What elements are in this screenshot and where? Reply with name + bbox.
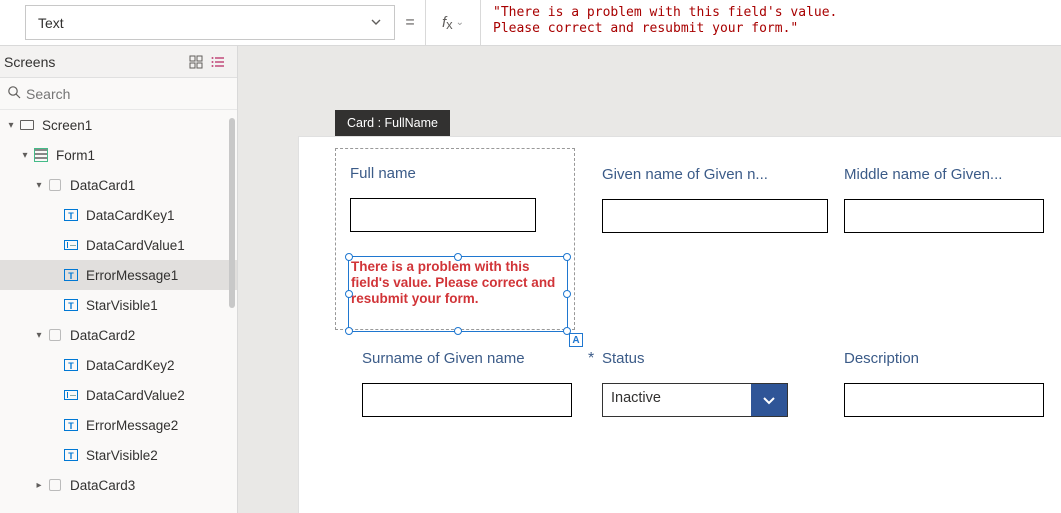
datacard-surname[interactable]: Surname of Given name	[362, 350, 572, 417]
canvas[interactable]: Card : FullName Full name There is a pro…	[238, 46, 1061, 513]
selection-chip[interactable]: Card : FullName	[335, 110, 450, 136]
field-label-middlename: Middle name of Given...	[844, 166, 1044, 183]
tree-node-label: StarVisible2	[86, 448, 158, 463]
chevron-down-icon[interactable]	[751, 384, 787, 416]
selection-chip-label: Card : FullName	[347, 116, 438, 130]
datacard-givenname[interactable]: Given name of Given n...	[602, 166, 828, 233]
tree-node-label: DataCardValue2	[86, 388, 185, 403]
tree-title: Screens	[4, 54, 185, 70]
form-icon	[32, 146, 50, 164]
formula-text[interactable]: "There is a problem with this field's va…	[481, 0, 1061, 45]
resize-handle[interactable]	[345, 327, 353, 335]
field-label-description: Description	[844, 350, 1044, 367]
field-input-fullname[interactable]	[350, 198, 536, 232]
scrollbar-thumb[interactable]	[229, 118, 235, 308]
tree-node-label: DataCardKey1	[86, 208, 175, 223]
tree-node-screen1[interactable]: ▾ Screen1	[0, 110, 237, 140]
field-input-middlename[interactable]	[844, 199, 1044, 233]
tree-node-datacard3[interactable]: ▸ DataCard3	[0, 470, 237, 500]
field-input-surname[interactable]	[362, 383, 572, 417]
resize-handle[interactable]	[563, 253, 571, 261]
formula-bar: Text = fx ⌄ "There is a problem with thi…	[0, 0, 1061, 46]
property-dropdown[interactable]: Text	[25, 5, 395, 40]
selection-box[interactable]: There is a problem with this field's val…	[348, 256, 568, 332]
caret-icon[interactable]: ▾	[18, 150, 32, 161]
fx-button[interactable]: fx ⌄	[425, 0, 481, 45]
accessibility-badge[interactable]: A	[569, 333, 583, 347]
resize-handle[interactable]	[345, 290, 353, 298]
tree-body: ▾ Screen1 ▾ Form1 ▾ DataCard1 ▸ T DataCardKey1 ▸D…	[0, 110, 237, 513]
field-input-givenname[interactable]	[602, 199, 828, 233]
search-icon	[4, 85, 24, 102]
resize-handle[interactable]	[454, 327, 462, 335]
caret-icon[interactable]: ▾	[32, 330, 46, 341]
tree-node-form1[interactable]: ▾ Form1	[0, 140, 237, 170]
chevron-down-icon	[370, 15, 382, 31]
property-dropdown-value: Text	[38, 15, 64, 31]
text-icon: T	[62, 416, 80, 434]
field-label-givenname: Given name of Given n...	[602, 166, 828, 183]
group-icon	[46, 476, 64, 494]
text-icon: T	[62, 296, 80, 314]
text-icon: T	[62, 206, 80, 224]
caret-icon[interactable]: ▾	[32, 180, 46, 191]
tree-node-label: DataCard3	[70, 478, 135, 493]
tree-node-datacard2[interactable]: ▾ DataCard2	[0, 320, 237, 350]
caret-icon[interactable]: ▾	[4, 120, 18, 131]
group-icon	[46, 326, 64, 344]
tree-node-label: DataCard1	[70, 178, 135, 193]
resize-handle[interactable]	[345, 253, 353, 261]
tree-node-label: DataCardValue1	[86, 238, 185, 253]
field-label-fullname: Full name	[350, 165, 560, 182]
tree-node-datacard1[interactable]: ▾ DataCard1	[0, 170, 237, 200]
tree-node-label: DataCard2	[70, 328, 135, 343]
tree-header: Screens	[0, 46, 237, 78]
tree-node-label: DataCardKey2	[86, 358, 175, 373]
required-star-icon: *	[588, 350, 594, 368]
tree-search	[0, 78, 237, 110]
input-icon	[62, 236, 80, 254]
tree-node-datacardvalue2[interactable]: ▸DataCardValue2	[0, 380, 237, 410]
tree-node-datacardkey2[interactable]: ▸TDataCardKey2	[0, 350, 237, 380]
equals-label: =	[395, 0, 425, 45]
tree-node-label: ErrorMessage2	[86, 418, 178, 433]
status-select-value: Inactive	[603, 384, 751, 416]
tree-node-label: Screen1	[42, 118, 92, 133]
tree-node-label: StarVisible1	[86, 298, 158, 313]
text-icon: T	[62, 356, 80, 374]
tree-node-label: ErrorMessage1	[86, 268, 178, 283]
datacard-status[interactable]: * Status Inactive	[602, 350, 788, 417]
tree-node-label: Form1	[56, 148, 95, 163]
field-input-description[interactable]	[844, 383, 1044, 417]
text-icon: T	[62, 446, 80, 464]
tree-node-starvisible2[interactable]: ▸TStarVisible2	[0, 440, 237, 470]
datacard-description[interactable]: Description	[844, 350, 1044, 417]
tree-panel: Screens ▾ Screen1 ▾ Form1 ▾ DataCard1 ▸ T DataCa…	[0, 46, 238, 513]
resize-handle[interactable]	[563, 290, 571, 298]
status-select[interactable]: Inactive	[602, 383, 788, 417]
tree-node-starvisible1[interactable]: ▸TStarVisible1	[0, 290, 237, 320]
datacard-middlename[interactable]: Middle name of Given...	[844, 166, 1044, 233]
input-icon	[62, 386, 80, 404]
tree-node-errormessage2[interactable]: ▸TErrorMessage2	[0, 410, 237, 440]
tree-node-datacardvalue1[interactable]: ▸DataCardValue1	[0, 230, 237, 260]
tree-node-errormessage1[interactable]: ▸TErrorMessage1	[0, 260, 237, 290]
tree-search-input[interactable]	[24, 85, 233, 103]
field-label-surname: Surname of Given name	[362, 350, 572, 367]
field-label-status: Status	[602, 350, 788, 367]
list-view-icon[interactable]	[207, 51, 229, 73]
tree-node-datacardkey1[interactable]: ▸TDataCardKey1	[0, 200, 237, 230]
group-icon	[46, 176, 64, 194]
thumbnail-view-icon[interactable]	[185, 51, 207, 73]
text-icon: T	[62, 266, 80, 284]
chevron-down-icon: ⌄	[456, 17, 464, 28]
caret-icon[interactable]: ▸	[32, 480, 46, 491]
screen-icon	[18, 116, 36, 134]
resize-handle[interactable]	[454, 253, 462, 261]
error-message-text: There is a problem with this field's val…	[349, 257, 567, 309]
